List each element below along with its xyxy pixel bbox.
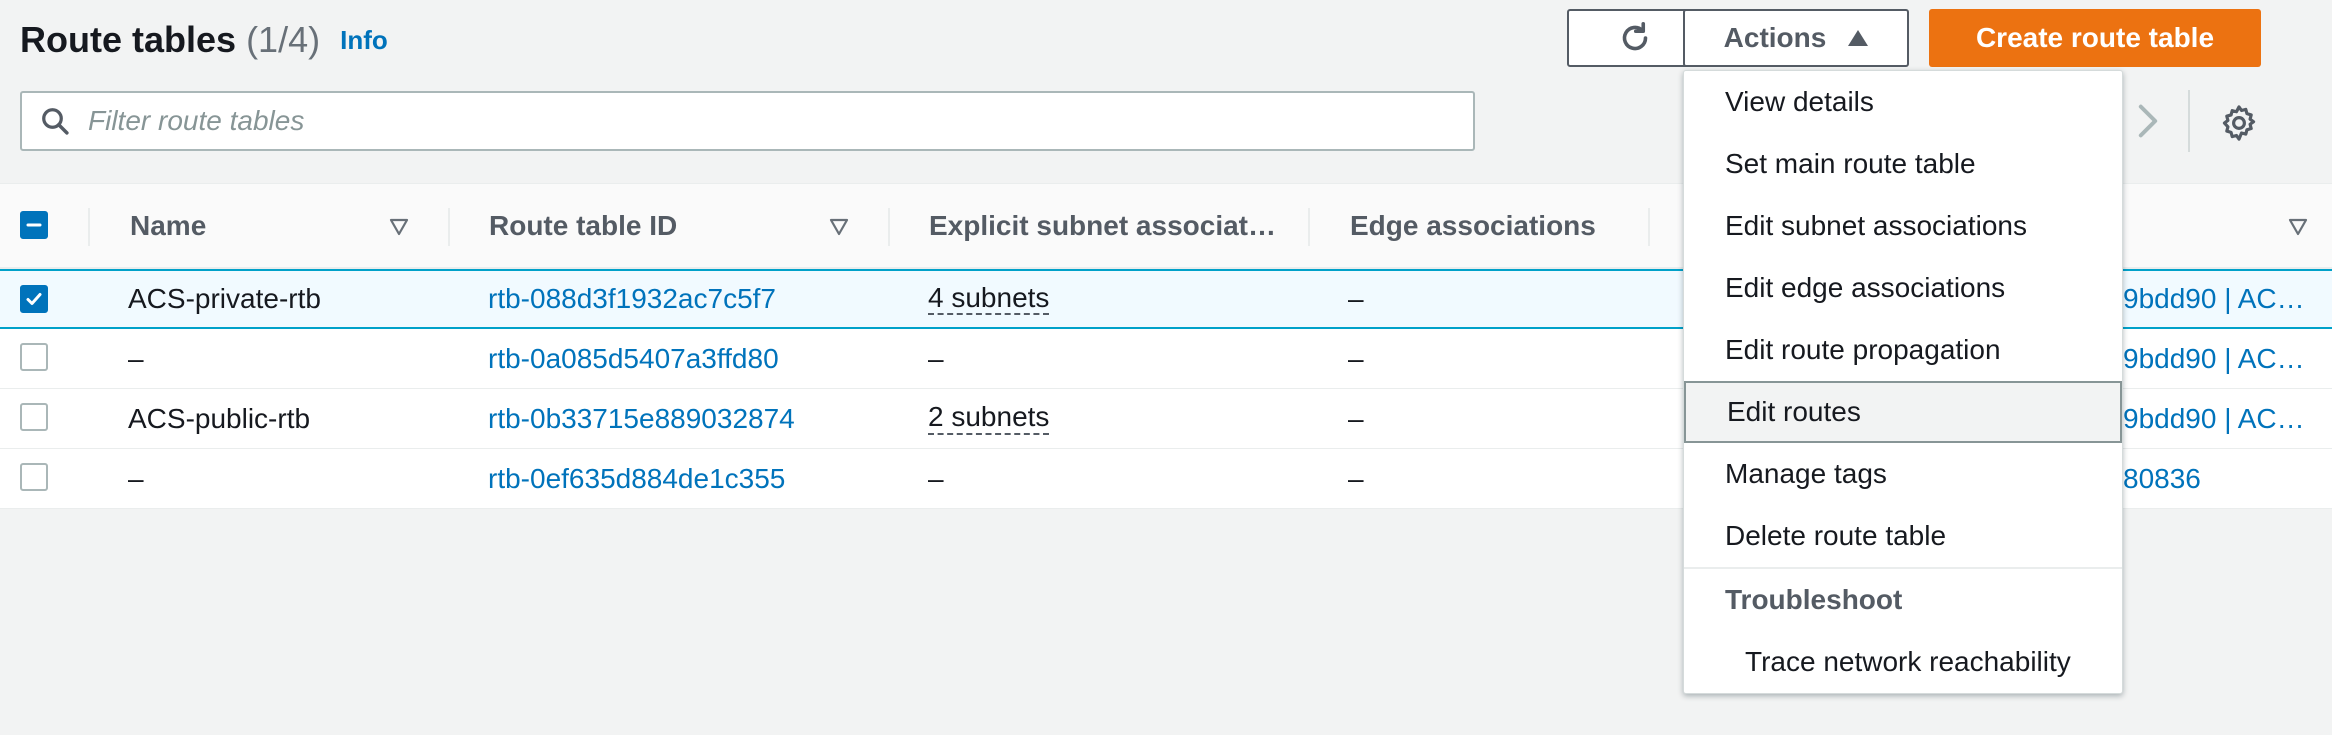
sort-icon[interactable]: [389, 218, 409, 236]
row-checkbox[interactable]: [20, 343, 48, 371]
row-checkbox[interactable]: [20, 463, 48, 491]
menu-item-edit-edge-associations[interactable]: Edit edge associations: [1684, 257, 2122, 319]
vpc-link[interactable]: 9bdd90 | AC…: [2123, 389, 2305, 448]
route-tables-page: Route tables (1/4) Info Actions Create r…: [0, 0, 2332, 735]
row-name: ACS-public-rtb: [128, 402, 311, 434]
route-table-id-link[interactable]: rtb-088d3f1932ac7c5f7: [488, 271, 776, 327]
info-link[interactable]: Info: [340, 25, 388, 56]
actions-button[interactable]: Actions: [1683, 9, 1909, 67]
column-divider: [1648, 208, 1650, 246]
check-icon: [26, 293, 42, 305]
page-title-text: Route tables: [20, 19, 237, 60]
sort-icon[interactable]: [2288, 218, 2308, 236]
row-checkbox[interactable]: [20, 403, 48, 431]
next-page-button[interactable]: [2131, 98, 2165, 144]
vpc-link[interactable]: 9bdd90 | AC…: [2123, 329, 2305, 388]
edge-associations: –: [1348, 283, 1364, 314]
sort-icon[interactable]: [829, 218, 849, 236]
column-header-route-table-id[interactable]: Route table ID: [489, 184, 677, 268]
route-table-id-link[interactable]: rtb-0a085d5407a3ffd80: [488, 329, 779, 388]
subnet-associations[interactable]: 2 subnets: [928, 401, 1050, 435]
toolbar-divider: [2188, 90, 2190, 152]
actions-dropdown-menu: View details Set main route table Edit s…: [1683, 70, 2123, 694]
edge-associations: –: [1348, 342, 1364, 374]
minus-icon: [26, 223, 42, 227]
actions-label: Actions: [1723, 22, 1827, 53]
menu-item-delete-route-table[interactable]: Delete route table: [1684, 505, 2122, 567]
table-settings-button[interactable]: [2214, 98, 2264, 148]
edge-associations: –: [1348, 462, 1364, 494]
column-header-name[interactable]: Name: [130, 184, 206, 268]
menu-item-edit-routes[interactable]: Edit routes: [1684, 381, 2122, 443]
route-table-id-link[interactable]: rtb-0ef635d884de1c355: [488, 449, 785, 508]
chevron-right-icon: [2138, 104, 2158, 138]
menu-item-view-details[interactable]: View details: [1684, 71, 2122, 133]
subnet-associations: –: [928, 342, 944, 374]
subnet-associations: –: [928, 462, 944, 494]
menu-item-trace-network-reachability[interactable]: Trace network reachability: [1684, 631, 2122, 693]
menu-item-manage-tags[interactable]: Manage tags: [1684, 443, 2122, 505]
selection-count: (1/4): [246, 19, 321, 60]
subnet-associations[interactable]: 4 subnets: [928, 282, 1050, 316]
route-table-id-link[interactable]: rtb-0b33715e889032874: [488, 389, 795, 448]
column-divider: [88, 208, 90, 246]
row-name: ACS-private-rtb: [128, 283, 321, 314]
column-divider: [1308, 208, 1310, 246]
column-divider: [888, 208, 890, 246]
row-checkbox[interactable]: [20, 285, 48, 313]
edge-associations: –: [1348, 402, 1364, 434]
row-name: –: [128, 342, 144, 374]
create-route-table-button[interactable]: Create route table: [1929, 9, 2261, 67]
select-all-checkbox[interactable]: [20, 211, 48, 239]
vpc-link[interactable]: 9bdd90 | AC…: [2123, 271, 2305, 327]
menu-item-edit-subnet-associations[interactable]: Edit subnet associations: [1684, 195, 2122, 257]
vpc-link[interactable]: 80836: [2123, 449, 2201, 508]
search-input[interactable]: [88, 105, 1388, 137]
search-icon: [42, 108, 69, 135]
page-header: Route tables (1/4) Info: [20, 14, 388, 66]
gear-icon: [2222, 105, 2256, 141]
row-name: –: [128, 462, 144, 494]
menu-group-troubleshoot: Troubleshoot: [1725, 584, 1903, 615]
menu-item-edit-route-propagation[interactable]: Edit route propagation: [1684, 319, 2122, 381]
page-title: Route tables (1/4): [20, 19, 320, 61]
column-header-explicit-subnet[interactable]: Explicit subnet associat…: [929, 184, 1276, 268]
refresh-icon: [1622, 21, 1648, 51]
menu-item-set-main-route-table[interactable]: Set main route table: [1684, 133, 2122, 195]
filter-route-tables[interactable]: [20, 91, 1475, 151]
caret-up-icon: [1848, 30, 1869, 46]
column-header-edge-associations[interactable]: Edge associations: [1350, 184, 1596, 268]
column-divider: [448, 208, 450, 246]
